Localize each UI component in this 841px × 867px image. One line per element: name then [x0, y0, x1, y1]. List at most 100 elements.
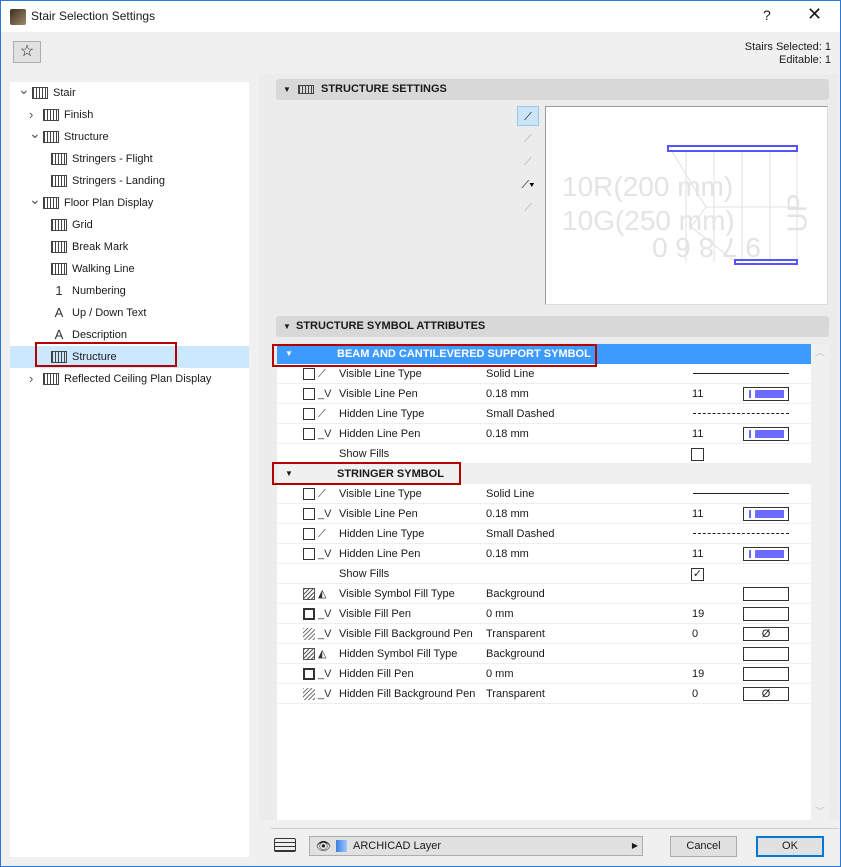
override-checkbox[interactable]	[303, 388, 315, 400]
ok-button[interactable]: OK	[756, 836, 824, 857]
tree-item-label: Stair	[53, 87, 76, 99]
attribute-row[interactable]: _V Hidden Line Pen 0.18 mm 11	[277, 424, 811, 444]
tree-item-floor-plan-display[interactable]: ⌄ Floor Plan Display	[10, 191, 249, 214]
attribute-label: Hidden Fill Background Pen	[339, 688, 476, 700]
override-checkbox[interactable]	[303, 368, 315, 380]
window-title: Stair Selection Settings	[31, 9, 156, 23]
tree-item-stair[interactable]: ⌄ Stair	[10, 81, 249, 104]
scroll-down-icon[interactable]: ﹀	[811, 803, 829, 818]
arrow-right-icon: ▶	[631, 841, 638, 850]
override-checkbox[interactable]	[303, 488, 315, 500]
cancel-button[interactable]: Cancel	[670, 836, 737, 857]
transparent-swatch[interactable]: Ø	[743, 627, 789, 641]
tree-item-finish[interactable]: › Finish	[10, 104, 249, 126]
pen-number: 0	[692, 628, 699, 640]
attribute-label: Hidden Line Type	[339, 408, 425, 420]
tree-item-stringers-flight[interactable]: Stringers - Flight	[10, 148, 249, 170]
fill-swatch[interactable]	[743, 587, 789, 601]
tree-item-label: Stringers - Landing	[72, 175, 165, 187]
chevron-down-icon[interactable]: ⌄	[29, 122, 41, 144]
attribute-row[interactable]: _V Hidden Line Pen 0.18 mm 11	[277, 544, 811, 564]
attribute-row[interactable]: _V Visible Line Pen 0.18 mm 11	[277, 504, 811, 524]
tree-item-label: Numbering	[72, 285, 126, 297]
text-icon: A	[54, 327, 64, 342]
numbering-icon: 1	[55, 283, 63, 298]
attribute-value: 0.18 mm	[486, 508, 529, 520]
attribute-row[interactable]: _V Visible Fill Pen 0 mm 19	[277, 604, 811, 624]
view-mode-above-button[interactable]: ⟋	[517, 129, 539, 149]
attribute-row[interactable]: _V Visible Fill Background Pen Transparent…	[277, 624, 811, 644]
line-type-preview	[693, 373, 789, 374]
highlight-box	[35, 342, 177, 367]
view-mode-middle-button[interactable]: ⟋	[517, 152, 539, 172]
tree-item-grid[interactable]: Grid	[10, 214, 249, 236]
tree-item-label: Break Mark	[72, 241, 129, 253]
close-button[interactable]: ✕	[807, 4, 822, 25]
transparent-swatch[interactable]: Ø	[743, 687, 789, 701]
attribute-value: 0 mm	[486, 668, 514, 680]
tree-item-label: Reflected Ceiling Plan Display	[64, 373, 212, 385]
attribute-row[interactable]: ⟋ Visible Line Type Solid Line	[277, 364, 811, 384]
help-button[interactable]: ?	[763, 7, 771, 23]
chevron-down-icon[interactable]: ⌄	[18, 78, 30, 100]
attribute-row[interactable]: _V Hidden Fill Background Pen Transparent 0…	[277, 684, 811, 704]
fill-swatch[interactable]	[743, 647, 789, 661]
tree-item-label: Floor Plan Display	[64, 197, 154, 209]
attribute-row[interactable]: ◭ Visible Symbol Fill Type Background	[277, 584, 811, 604]
structure-symbol-header[interactable]: ▼ STRUCTURE SYMBOL ATTRIBUTES	[276, 316, 829, 337]
tree-item-stringers-landing[interactable]: Stringers - Landing	[10, 170, 249, 192]
scroll-up-icon[interactable]: ︿	[815, 348, 825, 359]
favorites-button[interactable]: ☆	[13, 41, 41, 63]
override-checkbox[interactable]	[303, 588, 315, 600]
layer-dropdown[interactable]: 👁 ARCHICAD Layer ▶	[309, 836, 643, 856]
override-checkbox[interactable]	[303, 428, 315, 440]
pen-swatch[interactable]	[743, 507, 789, 521]
override-checkbox[interactable]	[303, 628, 315, 640]
fill-swatch[interactable]	[743, 607, 789, 621]
tree-item-reflected-ceiling-plan-display[interactable]: › Reflected Ceiling Plan Display	[10, 368, 249, 390]
floor-plan-icon	[43, 197, 59, 209]
attribute-row[interactable]: ⟋ Hidden Line Type Small Dashed	[277, 404, 811, 424]
fill-type-icon: ◭	[318, 588, 327, 600]
text-icon: A	[54, 305, 64, 320]
attribute-row[interactable]: _V Visible Line Pen 0.18 mm 11	[277, 384, 811, 404]
view-mode-hidden-button[interactable]: ⟋	[517, 198, 539, 218]
show-fills-checkbox[interactable]	[691, 448, 704, 461]
pen-swatch[interactable]	[743, 547, 789, 561]
override-checkbox[interactable]	[303, 528, 315, 540]
archicad-app-icon	[10, 9, 26, 25]
tree-item-break-mark[interactable]: Break Mark	[10, 236, 249, 258]
attribute-row[interactable]: Show Fills ✓	[277, 564, 811, 584]
pen-swatch[interactable]	[743, 427, 789, 441]
ceiling-plan-icon	[43, 373, 59, 385]
attribute-row[interactable]: ⟋ Visible Line Type Solid Line	[277, 484, 811, 504]
override-checkbox[interactable]	[303, 408, 315, 420]
selection-info: Stairs Selected: 1 Editable: 1	[745, 41, 831, 67]
tree-item-up-down-text[interactable]: A Up / Down Text	[10, 302, 249, 324]
structure-settings-header[interactable]: ▼ STRUCTURE SETTINGS	[276, 79, 829, 100]
override-checkbox[interactable]	[303, 508, 315, 520]
view-mode-full-stair-button[interactable]: ⟋	[517, 106, 539, 126]
override-checkbox[interactable]	[303, 548, 315, 560]
tree-item-structure[interactable]: ⌄ Structure	[10, 125, 249, 148]
view-mode-below-button[interactable]: ⟋▾	[517, 175, 539, 195]
show-fills-checkbox[interactable]: ✓	[691, 568, 704, 581]
highlight-box	[272, 462, 461, 485]
override-checkbox[interactable]	[303, 688, 315, 700]
title-bar: Stair Selection Settings ? ✕	[1, 1, 840, 32]
chevron-right-icon[interactable]: ›	[29, 368, 39, 390]
override-checkbox[interactable]	[303, 668, 315, 680]
attribute-row[interactable]: ⟋ Hidden Line Type Small Dashed	[277, 524, 811, 544]
tree-item-walking-line[interactable]: Walking Line	[10, 258, 249, 280]
attribute-row[interactable]: ◭ Hidden Symbol Fill Type Background	[277, 644, 811, 664]
override-checkbox[interactable]	[303, 608, 315, 620]
pen-swatch[interactable]	[743, 387, 789, 401]
fill-swatch[interactable]	[743, 667, 789, 681]
attribute-row[interactable]: Show Fills	[277, 444, 811, 464]
chevron-down-icon[interactable]: ⌄	[29, 188, 41, 210]
scrollbar[interactable]: ︿ ﹀	[811, 344, 829, 820]
divider	[271, 828, 839, 829]
tree-item-numbering[interactable]: 1 Numbering	[10, 280, 249, 302]
attribute-row[interactable]: _V Hidden Fill Pen 0 mm 19	[277, 664, 811, 684]
override-checkbox[interactable]	[303, 648, 315, 660]
